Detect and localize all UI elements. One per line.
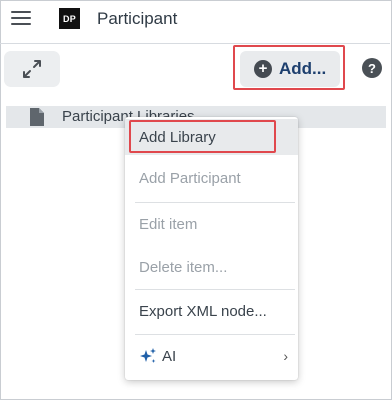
menu-divider <box>135 289 295 290</box>
hamburger-menu-icon[interactable] <box>11 11 31 27</box>
menu-item-export-xml[interactable]: Export XML node... <box>125 293 298 329</box>
menu-item-add-participant: Add Participant <box>125 160 298 196</box>
menu-item-edit-item: Edit item <box>125 206 298 242</box>
menu-item-label: Edit item <box>139 215 198 233</box>
header-bar: DP Participant <box>0 0 390 40</box>
menu-item-label: AI <box>162 347 177 365</box>
sparkle-icon <box>140 348 156 363</box>
context-menu: Add Library Add Participant Edit item De… <box>125 117 298 380</box>
menu-item-ai[interactable]: AI › <box>125 338 298 374</box>
chevron-right-icon: › <box>283 348 288 364</box>
page-title: Participant <box>97 9 178 28</box>
app-logo: DP <box>59 8 80 29</box>
menu-divider <box>135 334 295 335</box>
add-button-highlight <box>233 45 345 90</box>
menu-item-label: Delete item... <box>139 258 228 276</box>
document-icon <box>30 108 44 126</box>
expand-button[interactable] <box>4 51 60 87</box>
add-library-highlight <box>129 120 276 153</box>
menu-item-label: Add Participant <box>139 169 241 187</box>
menu-divider <box>135 202 295 203</box>
expand-icon <box>23 60 41 78</box>
header-divider <box>0 43 390 44</box>
menu-item-label: Export XML node... <box>139 302 267 320</box>
menu-item-delete-item: Delete item... <box>125 249 298 285</box>
help-icon[interactable]: ? <box>362 58 382 78</box>
